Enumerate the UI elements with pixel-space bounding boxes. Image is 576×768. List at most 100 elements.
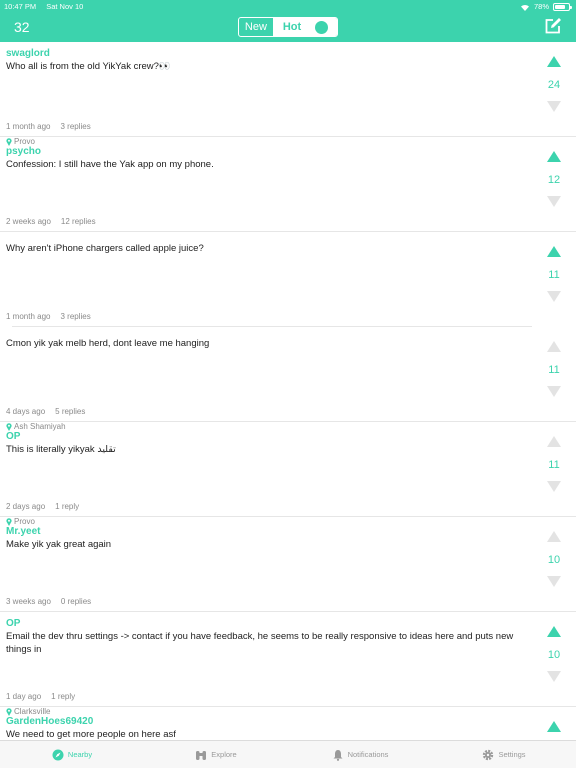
post-row[interactable]: Clarksville GardenHoes69420 We need to get… bbox=[0, 707, 576, 740]
post-age: 1 month ago bbox=[6, 122, 51, 131]
downvote-arrow-icon[interactable] bbox=[547, 101, 561, 112]
post-replies[interactable]: 1 reply bbox=[51, 692, 75, 701]
vote-control bbox=[546, 707, 562, 740]
vote-control: 10 bbox=[546, 612, 562, 707]
post-replies[interactable]: 0 replies bbox=[61, 597, 91, 606]
post-row[interactable]: Ash Shamiyah OP This is literally yikyak ت… bbox=[0, 422, 576, 517]
status-time: 10:47 PM bbox=[4, 2, 37, 11]
downvote-arrow-icon[interactable] bbox=[547, 386, 561, 397]
location-pin-icon bbox=[6, 422, 12, 431]
post-message: We need to get more people on here asf bbox=[6, 729, 176, 740]
post-row[interactable]: swaglord Who all is from the old YikYak c… bbox=[0, 42, 576, 137]
vote-control: 24 bbox=[546, 42, 562, 137]
upvote-arrow-icon[interactable] bbox=[547, 56, 561, 67]
post-location: Provo bbox=[6, 137, 35, 146]
yakarma-score[interactable]: 32 bbox=[14, 19, 30, 35]
post-age: 3 weeks ago bbox=[6, 597, 51, 606]
post-replies[interactable]: 12 replies bbox=[61, 217, 96, 226]
post-message: Email the dev thru settings -> contact i… bbox=[6, 631, 514, 655]
post-replies[interactable]: 3 replies bbox=[60, 122, 90, 131]
upvote-arrow-icon[interactable] bbox=[547, 721, 561, 732]
post-replies[interactable]: 1 reply bbox=[55, 502, 79, 511]
status-date: Sat Nov 10 bbox=[46, 2, 84, 11]
post-replies[interactable]: 5 replies bbox=[55, 407, 85, 416]
downvote-arrow-icon[interactable] bbox=[547, 481, 561, 492]
post-age: 2 weeks ago bbox=[6, 217, 51, 226]
post-handle: swaglord bbox=[6, 48, 50, 59]
post-row[interactable]: Cmon yik yak melb herd, dont leave me ha… bbox=[0, 327, 576, 422]
post-meta: 1 day ago 1 reply bbox=[6, 692, 75, 701]
post-row[interactable]: OP Email the dev thru settings -> contact… bbox=[0, 612, 576, 707]
compose-icon[interactable] bbox=[544, 17, 562, 35]
post-handle: OP bbox=[6, 618, 21, 629]
post-location: Ash Shamiyah bbox=[6, 422, 66, 431]
tab-hot[interactable]: Hot bbox=[272, 18, 337, 36]
post-handle: psycho bbox=[6, 146, 42, 157]
vote-control: 12 bbox=[546, 137, 562, 232]
post-feed[interactable]: swaglord Who all is from the old YikYak c… bbox=[0, 42, 576, 740]
downvote-arrow-icon[interactable] bbox=[547, 671, 561, 682]
battery-icon bbox=[553, 2, 572, 11]
post-meta: 2 weeks ago 12 replies bbox=[6, 217, 96, 226]
post-age: 4 days ago bbox=[6, 407, 46, 416]
post-location-label: Provo bbox=[14, 137, 35, 146]
bell-icon bbox=[333, 749, 343, 761]
post-message: Confession: I still have the Yak app on … bbox=[6, 159, 214, 170]
tab-nearby[interactable]: Nearby bbox=[0, 741, 144, 768]
post-message: Who all is from the old YikYak crew?👀 bbox=[6, 61, 171, 72]
post-location: Clarksville bbox=[6, 707, 50, 716]
post-meta: 2 days ago 1 reply bbox=[6, 502, 79, 511]
vote-count: 11 bbox=[548, 459, 560, 471]
tab-bar: Nearby Explore Notifications Settings bbox=[0, 740, 576, 768]
post-age: 1 month ago bbox=[6, 312, 51, 321]
post-meta: 3 weeks ago 0 replies bbox=[6, 597, 91, 606]
upvote-arrow-icon[interactable] bbox=[547, 626, 561, 637]
compass-icon bbox=[52, 749, 64, 760]
globe-icon[interactable] bbox=[315, 20, 329, 34]
location-pin-icon bbox=[6, 517, 12, 526]
vote-control: 10 bbox=[546, 517, 562, 612]
vote-control: 11 bbox=[546, 327, 562, 422]
status-bar: 10:47 PM Sat Nov 10 78% bbox=[0, 0, 576, 12]
tab-notifications-label: Notifications bbox=[347, 750, 389, 759]
wifi-icon bbox=[520, 4, 529, 11]
post-age: 2 days ago bbox=[6, 502, 46, 511]
battery-percent: 78% bbox=[533, 2, 549, 11]
tab-notifications[interactable]: Notifications bbox=[288, 741, 432, 768]
downvote-arrow-icon[interactable] bbox=[547, 291, 561, 302]
upvote-arrow-icon[interactable] bbox=[547, 151, 561, 162]
downvote-arrow-icon[interactable] bbox=[547, 196, 561, 207]
tab-settings-label: Settings bbox=[498, 750, 526, 759]
post-row[interactable]: Why aren't iPhone chargers called apple … bbox=[0, 232, 576, 327]
upvote-arrow-icon[interactable] bbox=[547, 246, 561, 257]
vote-count: 11 bbox=[548, 269, 560, 281]
post-message: Why aren't iPhone chargers called apple … bbox=[6, 243, 204, 254]
post-replies[interactable]: 3 replies bbox=[60, 312, 90, 321]
downvote-arrow-icon[interactable] bbox=[547, 576, 561, 587]
upvote-arrow-icon[interactable] bbox=[547, 531, 561, 542]
post-message: This is literally yikyak تقليد bbox=[6, 444, 116, 455]
navigation-bar: 10:47 PM Sat Nov 10 78% 32 New Hot bbox=[0, 0, 576, 42]
vote-count: 11 bbox=[548, 364, 560, 376]
upvote-arrow-icon[interactable] bbox=[547, 436, 561, 447]
vote-count: 10 bbox=[547, 554, 561, 566]
post-row[interactable]: Provo psycho Confession: I still have the … bbox=[0, 137, 576, 232]
tab-explore[interactable]: Explore bbox=[144, 741, 288, 768]
post-location-label: Clarksville bbox=[14, 707, 51, 716]
post-location: Provo bbox=[6, 517, 35, 526]
location-pin-icon bbox=[6, 137, 12, 146]
feed-segment-control: New Hot bbox=[238, 17, 338, 37]
location-pin-icon bbox=[6, 707, 12, 716]
tab-new[interactable]: New bbox=[239, 18, 273, 36]
post-message: Make yik yak great again bbox=[6, 539, 112, 550]
post-handle: Mr.yeet bbox=[6, 526, 41, 537]
upvote-arrow-icon[interactable] bbox=[547, 341, 561, 352]
post-age: 1 day ago bbox=[6, 692, 42, 701]
tab-explore-label: Explore bbox=[211, 750, 237, 759]
vote-count: 12 bbox=[547, 174, 561, 186]
tab-nearby-label: Nearby bbox=[67, 750, 93, 759]
vote-count: 10 bbox=[547, 649, 561, 661]
post-meta: 4 days ago 5 replies bbox=[6, 407, 85, 416]
tab-settings[interactable]: Settings bbox=[432, 741, 576, 768]
post-row[interactable]: Provo Mr.yeet Make yik yak great again 3 we… bbox=[0, 517, 576, 612]
